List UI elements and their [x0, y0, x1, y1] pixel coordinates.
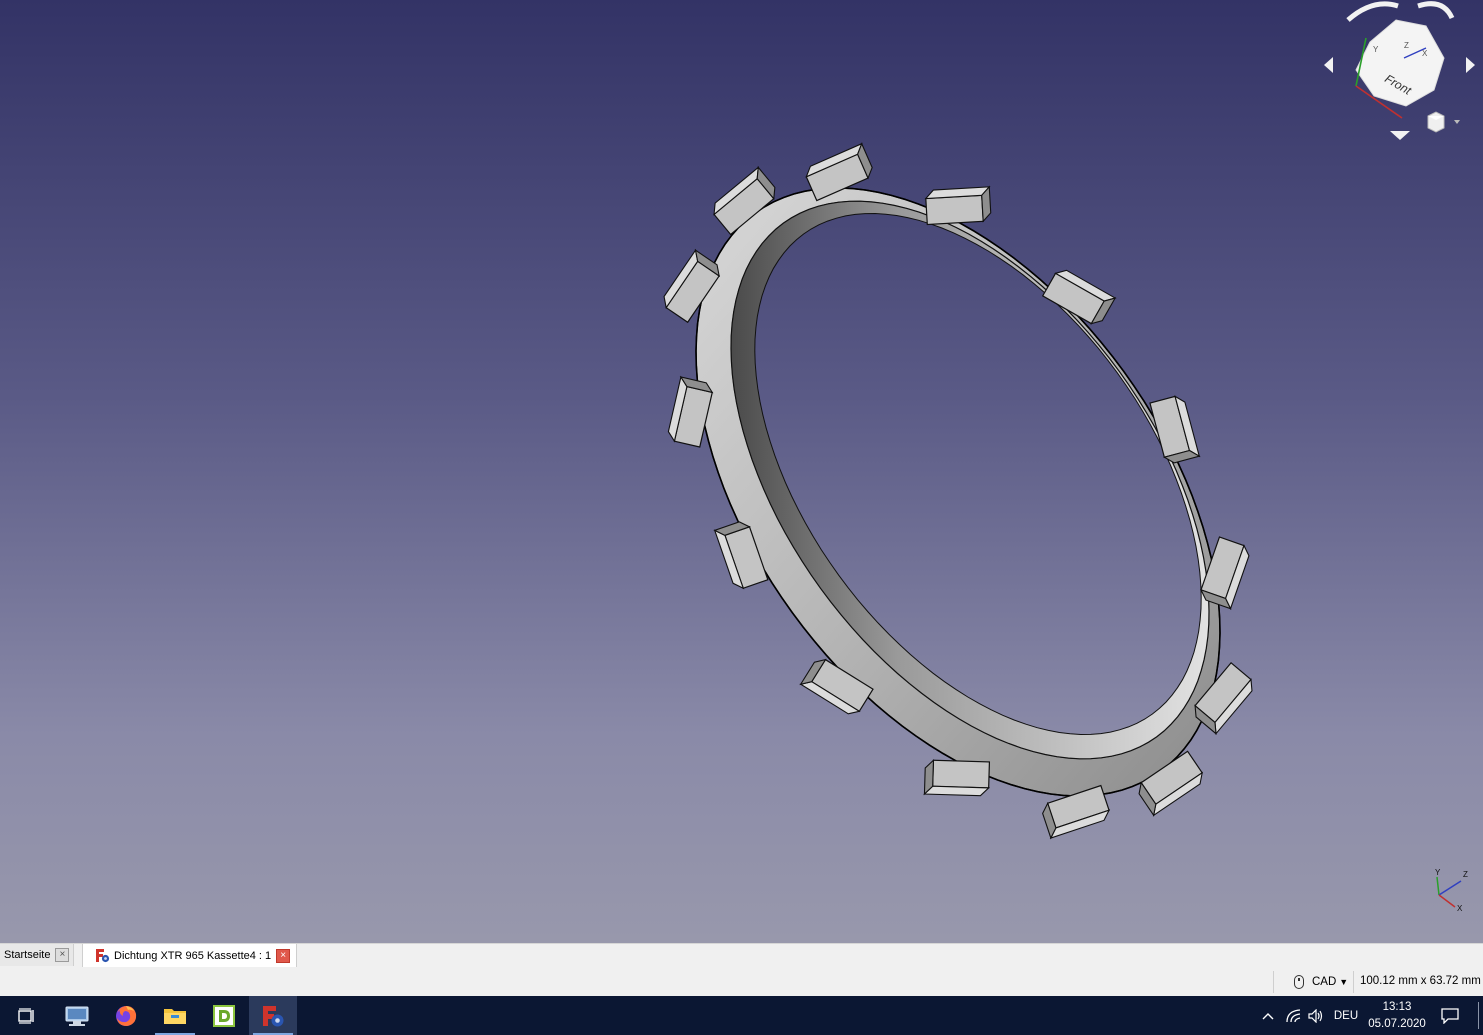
freecad-document-icon	[95, 948, 110, 963]
rotate-right-arrow-icon[interactable]	[1417, 1, 1455, 20]
ring-tab	[1149, 395, 1201, 464]
clock-time: 13:13	[1382, 1001, 1412, 1013]
status-divider	[1353, 971, 1354, 993]
taskbar-app-button[interactable]	[53, 996, 101, 1035]
tab-document[interactable]: Dichtung XTR 965 Kassette4 : 1 ×	[82, 944, 298, 968]
view-dimensions: 100.12 mm x 63.72 mm	[1360, 975, 1481, 987]
speaker-icon	[1308, 1008, 1323, 1023]
taskbar-firefox-button[interactable]	[102, 996, 150, 1035]
firefox-icon	[116, 1005, 137, 1026]
view-menu-cube-icon[interactable]	[1427, 111, 1460, 133]
tab-document-label: Dichtung XTR 965 Kassette4 : 1	[114, 949, 272, 962]
3d-viewport[interactable]: Front Y Z X Y Z X	[0, 0, 1483, 943]
network-button[interactable]	[1282, 996, 1306, 1035]
close-icon[interactable]: ×	[276, 948, 291, 963]
axis-cross-indicator: Y Z X	[1435, 868, 1468, 913]
axis-x-label: X	[1457, 904, 1463, 913]
app-icon	[65, 1006, 89, 1026]
document-tab-bar: Startseite × Dichtung XTR 965 Kassette4 …	[0, 943, 1483, 968]
pan-left-arrow-icon[interactable]	[1324, 57, 1333, 73]
pan-right-arrow-icon[interactable]	[1466, 57, 1475, 73]
status-bar: CAD ▼ 100.12 mm x 63.72 mm	[0, 967, 1483, 996]
navigation-style-selector[interactable]: CAD ▼	[1294, 967, 1348, 996]
close-icon[interactable]: ×	[55, 948, 70, 962]
axis-y-label: Y	[1435, 868, 1441, 877]
ring-band	[695, 187, 1221, 797]
windows-taskbar: DEU 13:13 05.07.2020	[0, 996, 1483, 1035]
mouse-icon	[1294, 974, 1304, 989]
pan-down-arrow-icon[interactable]	[1390, 131, 1410, 140]
d-app-icon	[213, 1004, 235, 1027]
ring-inner-surface	[730, 200, 1210, 760]
show-desktop-divider[interactable]	[1478, 1002, 1479, 1029]
taskbar-d-app-button[interactable]	[200, 996, 248, 1035]
freecad-icon	[263, 1005, 284, 1026]
tab-startseite[interactable]: Startseite ×	[0, 944, 75, 966]
taskbar-file-explorer-button[interactable]	[151, 996, 199, 1035]
chevron-down-icon: ▼	[1339, 976, 1349, 987]
language-indicator[interactable]: DEU	[1332, 996, 1360, 1035]
taskbar-clock[interactable]: 13:13 05.07.2020	[1364, 999, 1430, 1033]
axis-z-label: Z	[1463, 870, 1468, 879]
wifi-icon	[1286, 1008, 1301, 1022]
task-view-button[interactable]	[3, 996, 51, 1035]
show-hidden-icons-button[interactable]	[1256, 996, 1280, 1035]
cube-axis-z-label: Z	[1404, 41, 1409, 50]
cube-axis-x-label: X	[1422, 49, 1428, 58]
chevron-up-icon	[1262, 1012, 1274, 1019]
navigation-style-label: CAD	[1312, 975, 1337, 988]
tab-startseite-label: Startseite	[4, 949, 51, 961]
clock-date: 05.07.2020	[1368, 1018, 1426, 1030]
volume-button[interactable]	[1304, 996, 1328, 1035]
ring-seal-model[interactable]	[0, 0, 1483, 943]
taskbar-freecad-button[interactable]	[249, 996, 297, 1035]
notification-icon	[1441, 1007, 1459, 1024]
task-view-icon	[18, 1007, 34, 1024]
cube-axis-y-label: Y	[1373, 45, 1379, 54]
navigation-cube[interactable]: Front Y Z X	[1318, 0, 1483, 145]
file-explorer-icon	[164, 1008, 186, 1024]
ring-tab	[923, 758, 991, 797]
rotate-left-arrow-icon[interactable]	[1346, 1, 1399, 22]
cube-face[interactable]: Front Y Z X	[1355, 19, 1445, 119]
ring-tab	[924, 185, 992, 226]
action-center-button[interactable]	[1438, 996, 1462, 1035]
status-divider	[1273, 971, 1274, 993]
